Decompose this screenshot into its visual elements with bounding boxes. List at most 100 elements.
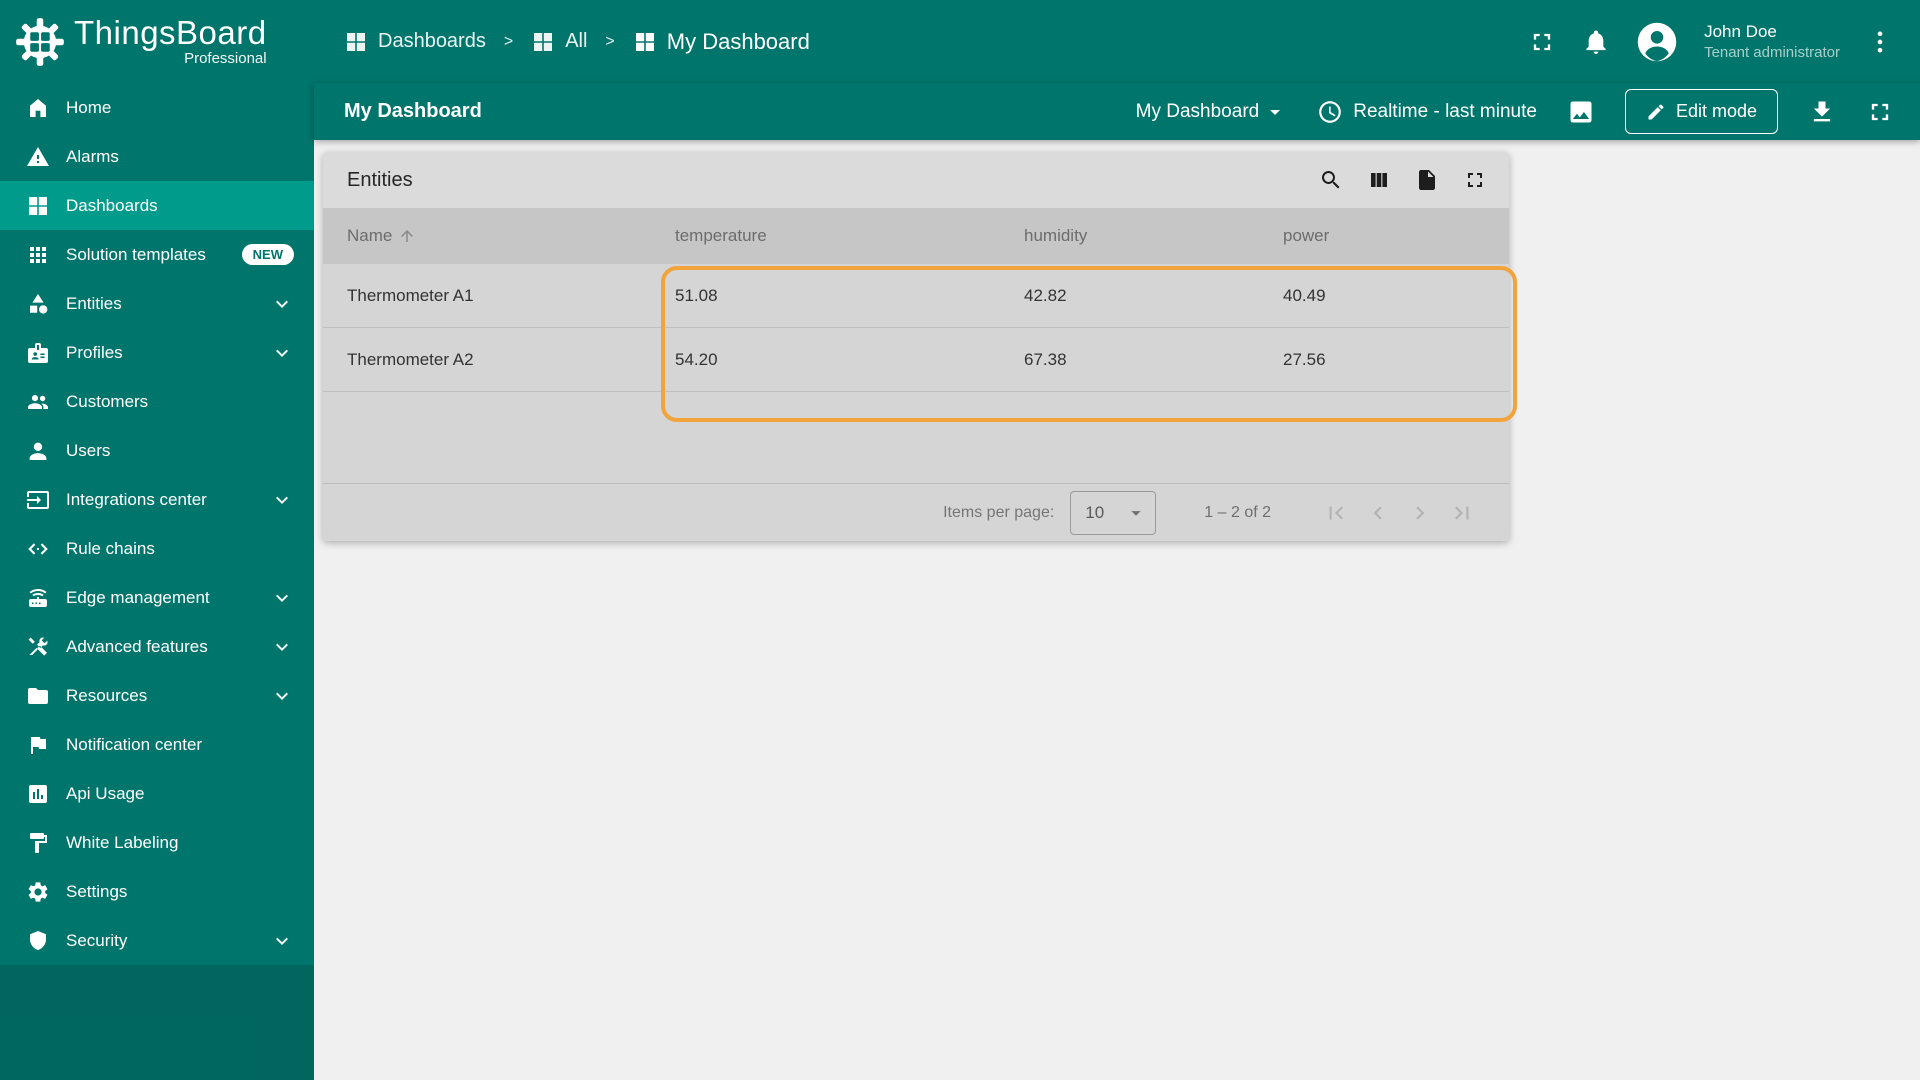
widget-header: Entities	[323, 152, 1509, 208]
sidebar-item-label: Customers	[66, 391, 149, 411]
sidebar-item-label: Users	[66, 440, 111, 460]
previous-page-button[interactable]	[1365, 500, 1391, 526]
toolbar-fullscreen-button[interactable]	[1866, 98, 1894, 126]
app-name: ThingsBoard	[74, 13, 267, 51]
more-vert-icon	[1866, 28, 1894, 56]
user-name: John Doe	[1704, 21, 1777, 41]
sidebar-item-advanced-features[interactable]: Advanced features	[0, 622, 314, 671]
sidebar-item-dashboards[interactable]: Dashboards	[0, 181, 314, 230]
gear-icon	[26, 880, 50, 904]
chevron-down-icon	[270, 292, 294, 316]
column-header-humidity[interactable]: humidity	[1024, 226, 1283, 246]
sort-ascending-icon	[398, 227, 416, 245]
columns-icon[interactable]	[1367, 168, 1391, 192]
flag-icon	[26, 733, 50, 757]
items-per-page-label: Items per page:	[943, 503, 1055, 521]
widget-fullscreen-icon[interactable]	[1463, 168, 1487, 192]
sidebar-item-profiles[interactable]: Profiles	[0, 328, 314, 377]
sidebar-item-white-labeling[interactable]: White Labeling	[0, 818, 314, 867]
column-header-power[interactable]: power	[1283, 226, 1509, 246]
export-file-icon[interactable]	[1415, 168, 1439, 192]
breadcrumb-all[interactable]: All	[531, 30, 587, 54]
breadcrumb: Dashboards > All > My Dashboard	[344, 29, 810, 55]
sidebar-item-label: Entities	[66, 293, 122, 313]
first-page-icon	[1323, 500, 1349, 526]
sidebar-item-label: Dashboards	[66, 195, 158, 215]
table-row[interactable]: Thermometer A2 54.20 67.38 27.56	[323, 328, 1509, 392]
sidebar-nav: Home Alarms Dashboards Solution template…	[0, 83, 314, 965]
timewindow-button[interactable]: Realtime - last minute	[1317, 99, 1537, 125]
entities-widget: Entities Name temperature humidity power…	[323, 152, 1517, 541]
sidebar-item-resources[interactable]: Resources	[0, 671, 314, 720]
cell-temperature: 54.20	[675, 349, 718, 369]
search-icon[interactable]	[1319, 168, 1343, 192]
top-header: Dashboards > All > My Dashboard John Doe…	[314, 0, 1920, 83]
dashboard-select[interactable]: My Dashboard	[1136, 100, 1288, 124]
apps-icon	[26, 243, 50, 267]
table-row[interactable]: Thermometer A1 51.08 42.82 40.49	[323, 264, 1509, 328]
app-edition: Professional	[184, 50, 267, 68]
sidebar-item-integrations-center[interactable]: Integrations center	[0, 475, 314, 524]
avatar[interactable]	[1636, 21, 1678, 63]
breadcrumb-my-dashboard[interactable]: My Dashboard	[633, 29, 810, 55]
sidebar-item-edge-management[interactable]: Edge management	[0, 573, 314, 622]
sidebar-item-customers[interactable]: Customers	[0, 377, 314, 426]
folder-icon	[26, 684, 50, 708]
sidebar-item-notification-center[interactable]: Notification center	[0, 720, 314, 769]
chevron-left-icon	[1365, 500, 1391, 526]
column-label: power	[1283, 226, 1330, 245]
cell-power: 40.49	[1283, 285, 1326, 305]
chevron-down-icon	[270, 586, 294, 610]
app-logo[interactable]: ThingsBoard Professional	[0, 0, 314, 83]
sidebar-item-entities[interactable]: Entities	[0, 279, 314, 328]
sidebar-item-api-usage[interactable]: Api Usage	[0, 769, 314, 818]
profiles-icon	[26, 341, 50, 365]
sidebar-item-rule-chains[interactable]: Rule chains	[0, 524, 314, 573]
sidebar-item-label: Rule chains	[66, 538, 155, 558]
export-dashboard-button[interactable]	[1808, 98, 1836, 126]
dashboard-image-button[interactable]	[1567, 98, 1595, 126]
chevron-right-icon	[1407, 500, 1433, 526]
download-icon	[1808, 98, 1836, 126]
fullscreen-button[interactable]	[1528, 28, 1556, 56]
column-header-name[interactable]: Name	[323, 226, 675, 246]
table-pagination: Items per page: 10 1 – 2 of 2	[323, 483, 1509, 541]
arrow-drop-down-icon	[1263, 100, 1287, 124]
next-page-button[interactable]	[1407, 500, 1433, 526]
sidebar-item-security[interactable]: Security	[0, 916, 314, 965]
sidebar-item-label: Edge management	[66, 587, 210, 607]
breadcrumb-label: Dashboards	[378, 30, 486, 52]
sidebar-item-home[interactable]: Home	[0, 83, 314, 132]
last-page-icon	[1449, 500, 1475, 526]
sidebar-item-label: Home	[66, 97, 112, 117]
column-header-temperature[interactable]: temperature	[675, 226, 1024, 246]
sidebar-item-users[interactable]: Users	[0, 426, 314, 475]
breadcrumb-dashboards[interactable]: Dashboards	[344, 30, 486, 54]
column-label: humidity	[1024, 226, 1088, 245]
edit-mode-button[interactable]: Edit mode	[1624, 89, 1778, 134]
main-area: Dashboards > All > My Dashboard John Doe…	[314, 0, 1920, 1080]
sidebar-item-settings[interactable]: Settings	[0, 867, 314, 916]
bell-icon	[1582, 28, 1610, 56]
column-label: Name	[347, 226, 393, 245]
new-badge: NEW	[241, 244, 294, 265]
cell-humidity: 67.38	[1024, 349, 1067, 369]
notifications-button[interactable]	[1582, 28, 1610, 56]
chevron-down-icon	[270, 684, 294, 708]
dashboard-toolbar: My Dashboard My Dashboard Realtime - las…	[314, 83, 1920, 140]
fullscreen-icon	[1528, 28, 1556, 56]
items-per-page-select[interactable]: 10	[1070, 490, 1157, 535]
sidebar-item-solution-templates[interactable]: Solution templates NEW	[0, 230, 314, 279]
chevron-down-icon	[270, 635, 294, 659]
more-menu-button[interactable]	[1866, 28, 1894, 56]
user-info[interactable]: John Doe Tenant administrator	[1704, 21, 1840, 63]
sidebar-item-label: White Labeling	[66, 832, 179, 852]
sidebar-filler	[0, 965, 314, 1080]
sidebar-item-alarms[interactable]: Alarms	[0, 132, 314, 181]
last-page-button[interactable]	[1449, 500, 1475, 526]
user-role: Tenant administrator	[1704, 43, 1840, 61]
sidebar-item-label: Alarms	[66, 146, 119, 166]
dashboards-icon	[531, 30, 555, 54]
first-page-button[interactable]	[1323, 500, 1349, 526]
dashboards-icon	[26, 194, 50, 218]
